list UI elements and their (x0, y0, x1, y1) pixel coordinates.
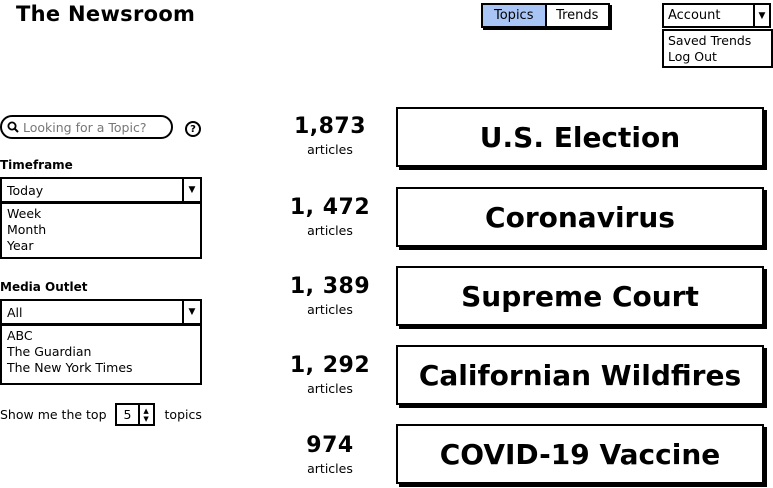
timeframe-options: Week Month Year (0, 202, 202, 259)
timeframe-selected: Today (7, 182, 44, 198)
article-count: 1, 389 articles (280, 274, 380, 317)
search-icon (7, 121, 19, 133)
tab-trends[interactable]: Trends (547, 5, 609, 26)
search-box (0, 115, 173, 139)
article-count-number: 1, 472 (289, 195, 371, 220)
article-count: 1, 292 articles (280, 353, 380, 396)
timeframe-label: Timeframe (0, 158, 73, 172)
article-count-number: 1, 389 (289, 274, 371, 299)
topic-card[interactable]: COVID-19 Vaccine (396, 424, 764, 484)
article-count-number: 1, 292 (289, 353, 371, 378)
article-count: 974 articles (280, 433, 380, 476)
media-option-abc[interactable]: ABC (7, 328, 200, 344)
top-n-stepper[interactable]: 5 ▲ ▼ (114, 403, 155, 426)
media-outlet-label: Media Outlet (0, 280, 88, 294)
chevron-down-icon[interactable]: ▼ (182, 179, 200, 201)
article-count-unit: articles (307, 142, 353, 157)
help-icon[interactable]: ? (185, 121, 201, 137)
article-count: 1, 472 articles (280, 195, 380, 238)
media-outlet-selected: All (7, 304, 23, 320)
timeframe-option-year[interactable]: Year (7, 238, 200, 254)
timeframe-select[interactable]: Today ▼ (0, 177, 202, 203)
stepper-arrows-icon[interactable]: ▲ ▼ (137, 405, 153, 424)
topic-card[interactable]: Californian Wildfires (396, 345, 764, 405)
timeframe-option-week[interactable]: Week (7, 206, 200, 222)
chevron-down-icon[interactable]: ▼ (753, 5, 769, 26)
view-toggle: Topics Trends (481, 3, 610, 28)
article-count-unit: articles (307, 223, 353, 238)
topic-card[interactable]: U.S. Election (396, 107, 764, 167)
account-label: Account (668, 8, 721, 23)
media-option-nyt[interactable]: The New York Times (7, 360, 200, 376)
article-count: 1,873 articles (280, 114, 380, 157)
search-input[interactable] (23, 119, 163, 135)
top-n-control: Show me the top 5 ▲ ▼ topics (0, 403, 202, 426)
chevron-down-icon[interactable]: ▼ (182, 301, 200, 323)
article-count-unit: articles (307, 381, 353, 396)
article-count-number: 1,873 (293, 114, 367, 139)
top-n-prefix: Show me the top (0, 407, 107, 422)
menu-item-log-out[interactable]: Log Out (668, 49, 771, 65)
top-n-value: 5 (123, 407, 132, 422)
app-title: The Newsroom (16, 2, 196, 26)
media-outlet-options: ABC The Guardian The New York Times (0, 324, 202, 385)
top-n-suffix: topics (164, 407, 202, 422)
menu-item-saved-trends[interactable]: Saved Trends (668, 33, 771, 49)
timeframe-option-month[interactable]: Month (7, 222, 200, 238)
article-count-unit: articles (307, 302, 353, 317)
account-dropdown[interactable]: Account ▼ (662, 3, 771, 28)
topic-card[interactable]: Supreme Court (396, 266, 764, 326)
tab-topics[interactable]: Topics (483, 5, 547, 26)
topic-card[interactable]: Coronavirus (396, 187, 764, 247)
account-menu: Saved Trends Log Out (662, 29, 773, 68)
article-count-number: 974 (306, 433, 354, 458)
media-outlet-select[interactable]: All ▼ (0, 299, 202, 325)
article-count-unit: articles (307, 461, 353, 476)
media-option-guardian[interactable]: The Guardian (7, 344, 200, 360)
